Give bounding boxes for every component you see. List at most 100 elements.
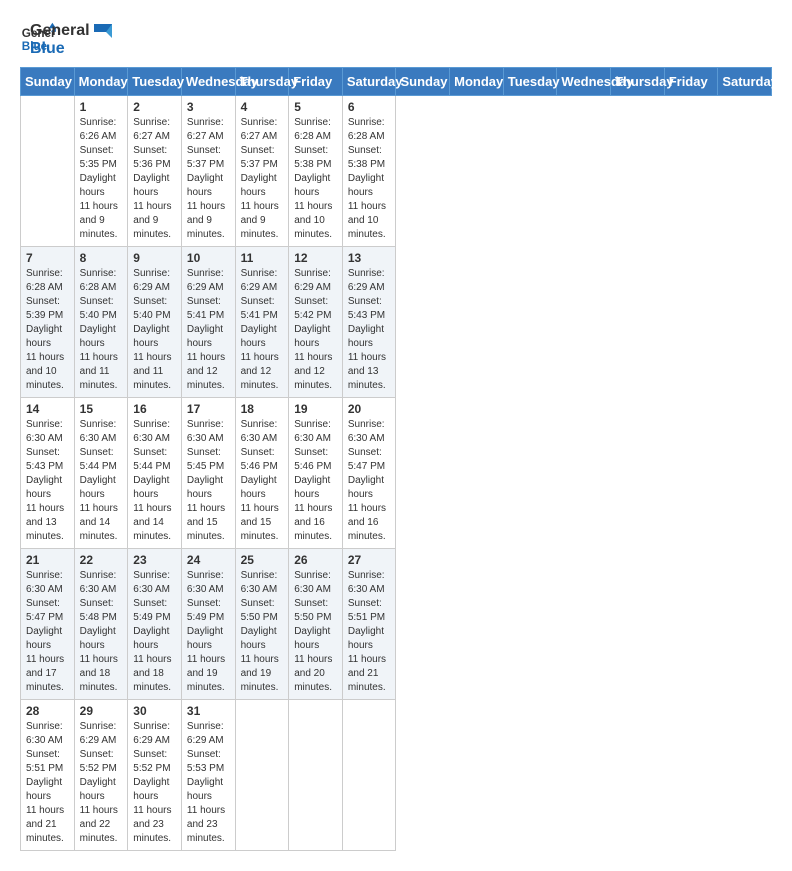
calendar-cell xyxy=(342,700,396,851)
day-info: Sunrise: 6:29 AMSunset: 5:41 PMDaylight … xyxy=(241,267,284,393)
calendar-cell: 13 Sunrise: 6:29 AMSunset: 5:43 PMDayligh… xyxy=(342,247,396,398)
day-number: 21 xyxy=(26,553,69,567)
calendar-cell: 26 Sunrise: 6:30 AMSunset: 5:50 PMDayligh… xyxy=(289,549,343,700)
day-info: Sunrise: 6:26 AMSunset: 5:35 PMDaylight … xyxy=(80,116,123,242)
calendar-cell: 30 Sunrise: 6:29 AMSunset: 5:52 PMDayligh… xyxy=(128,700,182,851)
day-number: 8 xyxy=(80,251,123,265)
day-number: 22 xyxy=(80,553,123,567)
day-info: Sunrise: 6:29 AMSunset: 5:52 PMDaylight … xyxy=(133,720,176,846)
day-info: Sunrise: 6:29 AMSunset: 5:43 PMDaylight … xyxy=(348,267,391,393)
day-number: 23 xyxy=(133,553,176,567)
calendar-cell xyxy=(21,96,75,247)
day-number: 2 xyxy=(133,100,176,114)
header-monday: Monday xyxy=(74,68,128,96)
calendar-cell: 22 Sunrise: 6:30 AMSunset: 5:48 PMDayligh… xyxy=(74,549,128,700)
header-sunday: Sunday xyxy=(21,68,75,96)
day-info: Sunrise: 6:30 AMSunset: 5:46 PMDaylight … xyxy=(241,418,284,544)
calendar-cell: 16Sunrise: 6:30 AMSunset: 5:44 PMDayligh… xyxy=(128,398,182,549)
day-info: Sunrise: 6:27 AMSunset: 5:37 PMDaylight … xyxy=(241,116,284,242)
calendar-cell xyxy=(289,700,343,851)
calendar-cell: 29Sunrise: 6:29 AMSunset: 5:52 PMDayligh… xyxy=(74,700,128,851)
calendar-cell: 9 Sunrise: 6:29 AMSunset: 5:40 PMDaylight… xyxy=(128,247,182,398)
day-number: 25 xyxy=(241,553,284,567)
header-friday: Friday xyxy=(289,68,343,96)
calendar-cell: 18Sunrise: 6:30 AMSunset: 5:46 PMDayligh… xyxy=(235,398,289,549)
day-info: Sunrise: 6:30 AMSunset: 5:47 PMDaylight … xyxy=(348,418,391,544)
day-number: 31 xyxy=(187,704,230,718)
day-number: 4 xyxy=(241,100,284,114)
day-info: Sunrise: 6:30 AMSunset: 5:49 PMDaylight … xyxy=(187,569,230,695)
day-info: Sunrise: 6:29 AMSunset: 5:40 PMDaylight … xyxy=(133,267,176,393)
day-info: Sunrise: 6:30 AMSunset: 5:48 PMDaylight … xyxy=(80,569,123,695)
day-number: 14 xyxy=(26,402,69,416)
day-info: Sunrise: 6:30 AMSunset: 5:50 PMDaylight … xyxy=(294,569,337,695)
day-info: Sunrise: 6:30 AMSunset: 5:43 PMDaylight … xyxy=(26,418,69,544)
header-friday: Friday xyxy=(664,68,718,96)
page-header: General Blue General Blue xyxy=(20,20,772,57)
calendar-cell: 6Sunrise: 6:28 AMSunset: 5:38 PMDaylight… xyxy=(342,96,396,247)
day-number: 20 xyxy=(348,402,391,416)
calendar-cell xyxy=(235,700,289,851)
calendar-cell: 21 Sunrise: 6:30 AMSunset: 5:47 PMDayligh… xyxy=(21,549,75,700)
header-saturday: Saturday xyxy=(718,68,772,96)
day-info: Sunrise: 6:29 AMSunset: 5:41 PMDaylight … xyxy=(187,267,230,393)
day-info: Sunrise: 6:30 AMSunset: 5:49 PMDaylight … xyxy=(133,569,176,695)
day-number: 27 xyxy=(348,553,391,567)
day-number: 13 xyxy=(348,251,391,265)
calendar-cell: 2 Sunrise: 6:27 AMSunset: 5:36 PMDaylight… xyxy=(128,96,182,247)
header-monday: Monday xyxy=(450,68,504,96)
calendar-week-4: 21 Sunrise: 6:30 AMSunset: 5:47 PMDayligh… xyxy=(21,549,772,700)
day-number: 15 xyxy=(80,402,123,416)
calendar-cell: 28 Sunrise: 6:30 AMSunset: 5:51 PMDayligh… xyxy=(21,700,75,851)
day-info: Sunrise: 6:27 AMSunset: 5:37 PMDaylight … xyxy=(187,116,230,242)
logo: General Blue General Blue xyxy=(20,20,112,57)
day-info: Sunrise: 6:28 AMSunset: 5:40 PMDaylight … xyxy=(80,267,123,393)
calendar-header-row: SundayMondayTuesdayWednesdayThursdayFrid… xyxy=(21,68,772,96)
day-info: Sunrise: 6:29 AMSunset: 5:42 PMDaylight … xyxy=(294,267,337,393)
calendar-cell: 23 Sunrise: 6:30 AMSunset: 5:49 PMDayligh… xyxy=(128,549,182,700)
calendar-cell: 14 Sunrise: 6:30 AMSunset: 5:43 PMDayligh… xyxy=(21,398,75,549)
calendar-cell: 7Sunrise: 6:28 AMSunset: 5:39 PMDaylight… xyxy=(21,247,75,398)
day-number: 9 xyxy=(133,251,176,265)
calendar-week-1: 1Sunrise: 6:26 AMSunset: 5:35 PMDaylight… xyxy=(21,96,772,247)
calendar-cell: 4 Sunrise: 6:27 AMSunset: 5:37 PMDaylight… xyxy=(235,96,289,247)
calendar-cell: 31Sunrise: 6:29 AMSunset: 5:53 PMDayligh… xyxy=(181,700,235,851)
header-wednesday: Wednesday xyxy=(181,68,235,96)
calendar-cell: 15Sunrise: 6:30 AMSunset: 5:44 PMDayligh… xyxy=(74,398,128,549)
day-info: Sunrise: 6:30 AMSunset: 5:51 PMDaylight … xyxy=(26,720,69,846)
calendar-table: SundayMondayTuesdayWednesdayThursdayFrid… xyxy=(20,67,772,851)
calendar-cell: 27 Sunrise: 6:30 AMSunset: 5:51 PMDayligh… xyxy=(342,549,396,700)
calendar-cell: 11 Sunrise: 6:29 AMSunset: 5:41 PMDayligh… xyxy=(235,247,289,398)
calendar-cell: 20 Sunrise: 6:30 AMSunset: 5:47 PMDayligh… xyxy=(342,398,396,549)
day-number: 28 xyxy=(26,704,69,718)
calendar-cell: 25 Sunrise: 6:30 AMSunset: 5:50 PMDayligh… xyxy=(235,549,289,700)
day-info: Sunrise: 6:30 AMSunset: 5:47 PMDaylight … xyxy=(26,569,69,695)
calendar-week-2: 7Sunrise: 6:28 AMSunset: 5:39 PMDaylight… xyxy=(21,247,772,398)
calendar-cell: 17Sunrise: 6:30 AMSunset: 5:45 PMDayligh… xyxy=(181,398,235,549)
day-info: Sunrise: 6:28 AMSunset: 5:39 PMDaylight … xyxy=(26,267,69,393)
day-number: 11 xyxy=(241,251,284,265)
day-info: Sunrise: 6:30 AMSunset: 5:51 PMDaylight … xyxy=(348,569,391,695)
header-saturday: Saturday xyxy=(342,68,396,96)
calendar-cell: 12 Sunrise: 6:29 AMSunset: 5:42 PMDayligh… xyxy=(289,247,343,398)
day-info: Sunrise: 6:27 AMSunset: 5:36 PMDaylight … xyxy=(133,116,176,242)
day-number: 5 xyxy=(294,100,337,114)
day-number: 26 xyxy=(294,553,337,567)
day-number: 12 xyxy=(294,251,337,265)
calendar-week-3: 14 Sunrise: 6:30 AMSunset: 5:43 PMDayligh… xyxy=(21,398,772,549)
logo-blue: Blue xyxy=(30,40,112,58)
calendar-cell: 24 Sunrise: 6:30 AMSunset: 5:49 PMDayligh… xyxy=(181,549,235,700)
day-info: Sunrise: 6:30 AMSunset: 5:50 PMDaylight … xyxy=(241,569,284,695)
calendar-cell: 3Sunrise: 6:27 AMSunset: 5:37 PMDaylight… xyxy=(181,96,235,247)
header-tuesday: Tuesday xyxy=(503,68,557,96)
day-number: 29 xyxy=(80,704,123,718)
day-number: 16 xyxy=(133,402,176,416)
header-wednesday: Wednesday xyxy=(557,68,611,96)
day-info: Sunrise: 6:28 AMSunset: 5:38 PMDaylight … xyxy=(294,116,337,242)
day-number: 30 xyxy=(133,704,176,718)
logo-general: General xyxy=(30,22,112,40)
day-number: 24 xyxy=(187,553,230,567)
calendar-cell: 10Sunrise: 6:29 AMSunset: 5:41 PMDayligh… xyxy=(181,247,235,398)
header-thursday: Thursday xyxy=(235,68,289,96)
day-number: 6 xyxy=(348,100,391,114)
